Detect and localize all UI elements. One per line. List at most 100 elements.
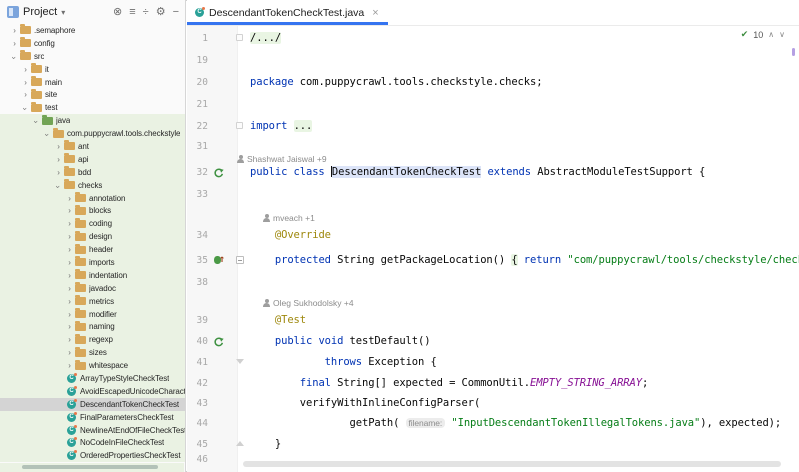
tree-chevron-collapsed-icon[interactable]: › bbox=[10, 26, 19, 35]
tree-chevron-collapsed-icon[interactable]: › bbox=[65, 194, 74, 203]
tree-chevron-collapsed-icon[interactable]: › bbox=[65, 310, 74, 319]
code-vision-author[interactable]: mveach +1 bbox=[263, 212, 315, 224]
tree-chevron-collapsed-icon[interactable]: › bbox=[65, 232, 74, 241]
tree-chevron-collapsed-icon[interactable]: › bbox=[65, 322, 74, 331]
tree-item-blocks[interactable]: ›blocks bbox=[0, 204, 185, 217]
tree-chevron-collapsed-icon[interactable]: › bbox=[54, 142, 63, 151]
tree-chevron-collapsed-icon[interactable]: › bbox=[65, 284, 74, 293]
code-line-46[interactable]: 46 bbox=[187, 452, 799, 468]
tree-item-javadoc[interactable]: ›javadoc bbox=[0, 282, 185, 295]
tree-item-avoidescapedunicodecharacterschecktest[interactable]: CAvoidEscapedUnicodeCharactersCheckTest bbox=[0, 385, 185, 398]
tree-chevron-expanded-icon[interactable]: › bbox=[21, 105, 30, 114]
fold-marker-icon[interactable] bbox=[236, 256, 244, 264]
tree-item-com-puppycrawl-tools-checkstyle[interactable]: ›com.puppycrawl.tools.checkstyle bbox=[0, 127, 185, 140]
tree-item-site[interactable]: ›site bbox=[0, 88, 185, 101]
code-line-32[interactable]: 32public class DescendantTokenCheckTest … bbox=[187, 165, 799, 181]
expand-all-icon[interactable]: ≡ bbox=[129, 7, 135, 18]
tree-item-finalparameterschecktest[interactable]: CFinalParametersCheckTest bbox=[0, 411, 185, 424]
code-line-34[interactable]: 34 @Override bbox=[187, 228, 799, 244]
tab-close-icon[interactable]: × bbox=[372, 7, 378, 19]
tree-chevron-collapsed-icon[interactable]: › bbox=[65, 271, 74, 280]
code-line-21[interactable]: 21 bbox=[187, 97, 799, 113]
tree-chevron-expanded-icon[interactable]: › bbox=[54, 182, 63, 191]
tree-chevron-collapsed-icon[interactable]: › bbox=[65, 361, 74, 370]
tree-chevron-expanded-icon[interactable]: › bbox=[32, 118, 41, 127]
code-line-38[interactable]: 38 bbox=[187, 275, 799, 291]
tree-chevron-collapsed-icon[interactable]: › bbox=[65, 348, 74, 357]
tree-item-descendanttokenchecktest[interactable]: CDescendantTokenCheckTest bbox=[0, 398, 185, 411]
code-line-43[interactable]: 43 verifyWithInlineConfigParser( bbox=[187, 396, 799, 412]
tree-item-it[interactable]: ›it bbox=[0, 63, 185, 76]
code-line-44[interactable]: 44 getPath( filename: "InputDescendantTo… bbox=[187, 416, 799, 432]
locate-file-icon[interactable]: ⊗ bbox=[113, 7, 122, 18]
project-dropdown-chevron-icon[interactable]: ▾ bbox=[61, 8, 65, 17]
code-line-33[interactable]: 33 bbox=[187, 187, 799, 203]
tree-item-config[interactable]: ›config bbox=[0, 37, 185, 50]
tree-item-sizes[interactable]: ›sizes bbox=[0, 346, 185, 359]
tree-item-arraytypestylechecktest[interactable]: CArrayTypeStyleCheckTest bbox=[0, 372, 185, 385]
fold-marker-icon[interactable] bbox=[236, 122, 243, 129]
tree-item-regexp[interactable]: ›regexp bbox=[0, 333, 185, 346]
tree-item-orderedpropertieschecktest[interactable]: COrderedPropertiesCheckTest bbox=[0, 449, 185, 462]
tree-chevron-collapsed-icon[interactable]: › bbox=[65, 258, 74, 267]
tree-item-main[interactable]: ›main bbox=[0, 76, 185, 89]
code-line-19[interactable]: 19 bbox=[187, 53, 799, 69]
tree-item-src[interactable]: ›src bbox=[0, 50, 185, 63]
tree-chevron-collapsed-icon[interactable]: › bbox=[21, 65, 30, 74]
settings-gear-icon[interactable]: ⚙ bbox=[156, 7, 166, 18]
code-line-35[interactable]: 35↑ protected String getPackageLocation(… bbox=[187, 253, 799, 269]
tree-chevron-collapsed-icon[interactable]: › bbox=[65, 335, 74, 344]
tree-item-imports[interactable]: ›imports bbox=[0, 256, 185, 269]
tree-item-indentation[interactable]: ›indentation bbox=[0, 269, 185, 282]
tree-item-ant[interactable]: ›ant bbox=[0, 140, 185, 153]
tree-item-modifier[interactable]: ›modifier bbox=[0, 308, 185, 321]
collapse-all-icon[interactable]: ÷ bbox=[143, 7, 149, 18]
fold-marker-icon[interactable] bbox=[236, 359, 244, 364]
tree-chevron-collapsed-icon[interactable]: › bbox=[10, 39, 19, 48]
tree-chevron-expanded-icon[interactable]: › bbox=[10, 53, 19, 62]
tree-horizontal-scrollbar[interactable] bbox=[22, 465, 158, 469]
code-line-22[interactable]: 22import ... bbox=[187, 119, 799, 135]
code-vision-author[interactable]: Oleg Sukhodolsky +4 bbox=[263, 297, 354, 309]
tree-item-header[interactable]: ›header bbox=[0, 243, 185, 256]
hide-panel-icon[interactable]: − bbox=[173, 7, 179, 18]
tree-item-coding[interactable]: ›coding bbox=[0, 217, 185, 230]
code-line-42[interactable]: 42 final String[] expected = CommonUtil.… bbox=[187, 376, 799, 392]
tree-item-nocodeinfilechecktest[interactable]: CNoCodeInFileCheckTest bbox=[0, 437, 185, 450]
tree-item-annotation[interactable]: ›annotation bbox=[0, 192, 185, 205]
tree-chevron-collapsed-icon[interactable]: › bbox=[54, 168, 63, 177]
code-line-39[interactable]: 39 @Test bbox=[187, 313, 799, 329]
tree-item-design[interactable]: ›design bbox=[0, 230, 185, 243]
tree-item-metrics[interactable]: ›metrics bbox=[0, 295, 185, 308]
code-vision-author[interactable]: Shashwat Jaiswal +9 bbox=[237, 153, 327, 165]
code-line-41[interactable]: 41 throws Exception { bbox=[187, 355, 799, 371]
tree-item--semaphore[interactable]: ›.semaphore bbox=[0, 24, 185, 37]
code-line-45[interactable]: 45 } bbox=[187, 437, 799, 453]
overriding-method-icon[interactable]: ↑ bbox=[213, 254, 225, 266]
tree-chevron-collapsed-icon[interactable]: › bbox=[65, 219, 74, 228]
tree-chevron-collapsed-icon[interactable]: › bbox=[65, 206, 74, 215]
code-line-20[interactable]: 20package com.puppycrawl.tools.checkstyl… bbox=[187, 75, 799, 91]
tree-item-java[interactable]: ›java bbox=[0, 114, 185, 127]
tree-item-naming[interactable]: ›naming bbox=[0, 320, 185, 333]
code-editor[interactable]: ✔ 10 ∧ ∨ 1/.../1920package com.puppycraw… bbox=[187, 26, 799, 472]
fold-marker-icon[interactable] bbox=[236, 441, 244, 446]
fold-marker-icon[interactable] bbox=[236, 34, 243, 41]
tree-item-whitespace[interactable]: ›whitespace bbox=[0, 359, 185, 372]
project-panel-title[interactable]: Project bbox=[23, 6, 57, 18]
tree-chevron-collapsed-icon[interactable]: › bbox=[65, 297, 74, 306]
tree-item-newlineatendoffilechecktest[interactable]: CNewlineAtEndOfFileCheckTest bbox=[0, 424, 185, 437]
tree-item-api[interactable]: ›api bbox=[0, 153, 185, 166]
tree-item-checks[interactable]: ›checks bbox=[0, 179, 185, 192]
run-test-icon[interactable] bbox=[213, 335, 225, 347]
tree-chevron-collapsed-icon[interactable]: › bbox=[54, 155, 63, 164]
run-test-icon[interactable] bbox=[213, 166, 225, 178]
tree-chevron-expanded-icon[interactable]: › bbox=[43, 130, 52, 139]
editor-tab-descendanttokenchecktest[interactable]: C DescendantTokenCheckTest.java × bbox=[187, 0, 388, 25]
tree-chevron-collapsed-icon[interactable]: › bbox=[21, 78, 30, 87]
code-line-1[interactable]: 1/.../ bbox=[187, 31, 799, 47]
code-line-40[interactable]: 40 public void testDefault() bbox=[187, 334, 799, 350]
tree-item-test[interactable]: ›test bbox=[0, 101, 185, 114]
tree-chevron-collapsed-icon[interactable]: › bbox=[21, 90, 30, 99]
tree-chevron-collapsed-icon[interactable]: › bbox=[65, 245, 74, 254]
